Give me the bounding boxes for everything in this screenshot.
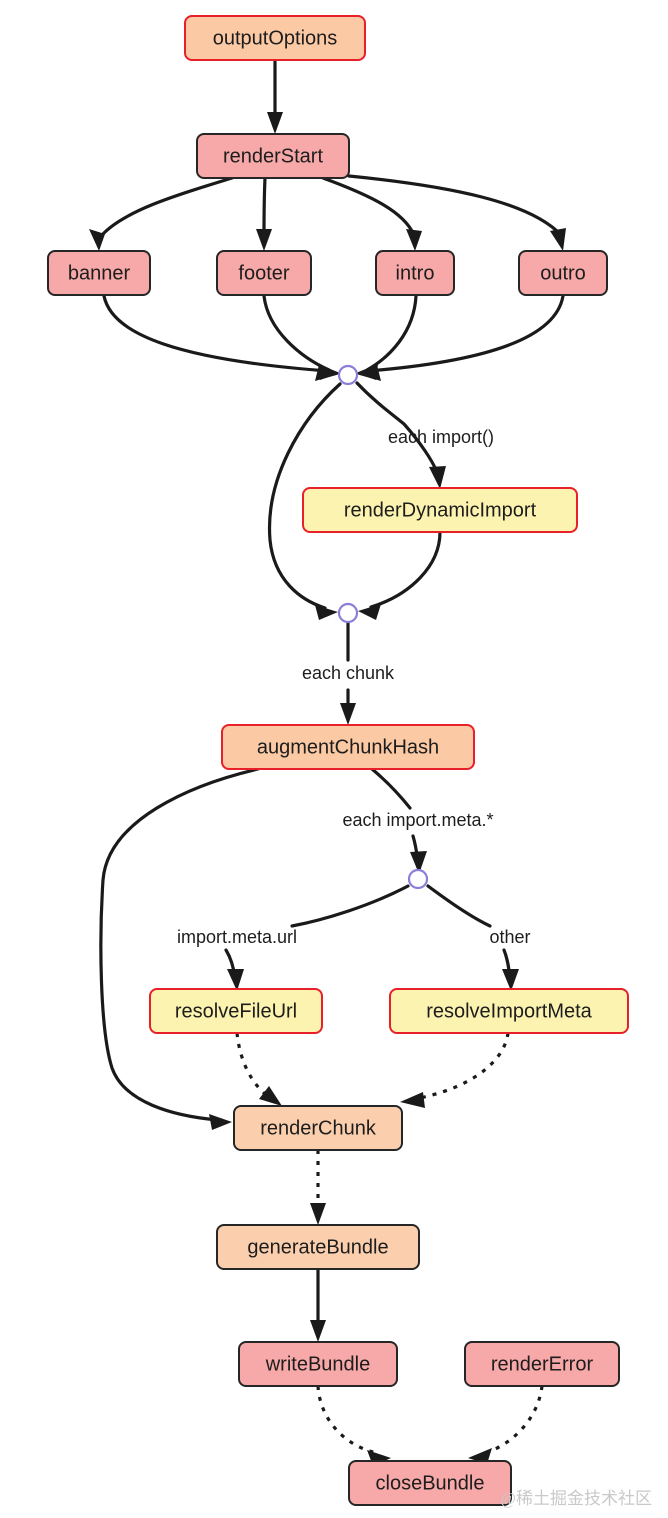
arrowhead-junction-dynamic-augmentChunkHash (340, 703, 356, 725)
edge-label-other: other (489, 927, 530, 947)
flowchart-canvas: each import() each chunk each import.met… (47, 15, 652, 1508)
node-resolveImportMeta-box[interactable] (389, 988, 629, 1034)
edge-label-each-import-meta: each import.meta.* (342, 810, 493, 830)
edge-renderDynamicImport-junction-dynamic (369, 530, 442, 609)
arrowhead-junction-banners-junction-dynamic (315, 605, 338, 620)
node-augmentChunkHash[interactable]: augmentChunkHash (221, 724, 475, 770)
node-renderDynamicImport[interactable]: renderDynamicImport (302, 487, 578, 533)
node-resolveFileUrl-box[interactable] (149, 988, 323, 1034)
edge-junction-resolveImportMeta (426, 884, 492, 928)
arrowhead-renderStart-intro (406, 229, 422, 251)
arrowhead-junction-resolveFileUrl (227, 969, 244, 991)
edge-writeBundle-closeBundle (316, 1385, 378, 1455)
flowchart-diagram: each import() each chunk each import.met… (0, 0, 668, 1518)
node-renderStart[interactable]: renderStart (196, 133, 350, 179)
arrowhead-renderDynamicImport-junction-dynamic (358, 604, 381, 620)
edge-banner-junction (102, 294, 330, 373)
node-generateBundle[interactable]: generateBundle (216, 1224, 420, 1270)
node-outro[interactable]: outro (518, 250, 608, 296)
arrowhead-junction-renderDynamicImport (429, 466, 446, 489)
node-renderChunk[interactable]: renderChunk (233, 1105, 403, 1151)
edge-resolveImportMeta-renderChunk (413, 1032, 510, 1101)
edge-label-import-meta-url: import.meta.url (177, 927, 297, 947)
node-renderChunk-box[interactable] (233, 1105, 403, 1151)
junction-import-meta (407, 868, 429, 890)
junction-dynamic (337, 602, 359, 624)
node-layer: outputOptions renderStart banner footer … (47, 15, 629, 1506)
node-generateBundle-box[interactable] (216, 1224, 420, 1270)
edge-renderError-closeBundle (480, 1385, 544, 1456)
edge-label-each-chunk: each chunk (302, 663, 395, 683)
edge-intro-junction (365, 294, 418, 372)
arrowhead-renderStart-footer (256, 229, 272, 251)
edge-resolveFileUrl-renderChunk (235, 1032, 271, 1100)
edge-renderStart-intro (321, 176, 416, 237)
node-renderDynamicImport-box[interactable] (302, 487, 578, 533)
arrowhead-renderStart-outro (550, 228, 566, 251)
edge-footer-junction (262, 294, 331, 372)
node-resolveFileUrl[interactable]: resolveFileUrl (149, 988, 323, 1034)
arrowhead-augmentChunkHash-renderChunk (209, 1114, 232, 1130)
node-augmentChunkHash-box[interactable] (221, 724, 475, 770)
edge-renderStart-outro (347, 174, 563, 237)
arrowhead-junction-resolveImportMeta (502, 969, 519, 991)
node-closeBundle[interactable]: closeBundle (348, 1460, 512, 1506)
node-renderError[interactable]: renderError (464, 1341, 620, 1387)
node-resolveImportMeta[interactable]: resolveImportMeta (389, 988, 629, 1034)
edge-junction-resolveFileUrl (290, 884, 410, 928)
edge-renderStart-footer (262, 176, 267, 237)
node-renderStart-box[interactable] (196, 133, 350, 179)
arrowhead-outputOptions-renderStart (267, 112, 283, 134)
arrowhead-footer-junction (315, 365, 340, 381)
node-footer[interactable]: footer (216, 250, 312, 296)
node-intro[interactable]: intro (375, 250, 455, 296)
edge-outro-junction (366, 294, 565, 373)
arrowhead-generateBundle-writeBundle (310, 1320, 326, 1342)
node-banner-box[interactable] (47, 250, 151, 296)
edge-renderStart-banner (100, 176, 234, 237)
junction-banners (337, 364, 359, 386)
node-footer-box[interactable] (216, 250, 312, 296)
watermark: @稀土掘金技术社区 (500, 1489, 652, 1508)
node-banner[interactable]: banner (47, 250, 151, 296)
node-closeBundle-box[interactable] (348, 1460, 512, 1506)
edge-augmentChunkHash-junction-import-meta (370, 767, 412, 810)
arrowhead-resolveImportMeta-renderChunk (400, 1092, 425, 1108)
node-writeBundle[interactable]: writeBundle (238, 1341, 398, 1387)
node-writeBundle-box[interactable] (238, 1341, 398, 1387)
edge-label-each-import: each import() (388, 427, 494, 447)
arrowhead-outro-junction (356, 364, 378, 380)
arrowhead-renderChunk-generateBundle (310, 1203, 326, 1225)
node-outputOptions[interactable]: outputOptions (184, 15, 366, 61)
node-renderError-box[interactable] (464, 1341, 620, 1387)
node-outro-box[interactable] (518, 250, 608, 296)
node-intro-box[interactable] (375, 250, 455, 296)
node-outputOptions-box[interactable] (184, 15, 366, 61)
arrowhead-resolveFileUrl-renderChunk (259, 1086, 282, 1106)
